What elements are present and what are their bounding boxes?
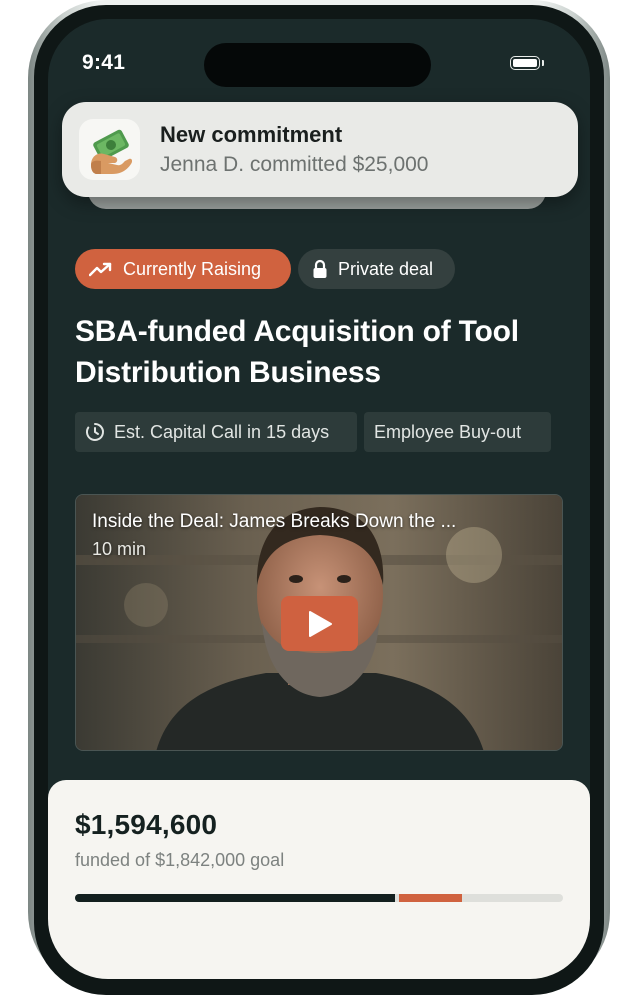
video-title: Inside the Deal: James Breaks Down the .… [92, 511, 457, 532]
money-in-hand-icon [79, 119, 140, 180]
funded-amount: $1,594,600 [75, 809, 218, 840]
tag-label: Est. Capital Call in 15 days [114, 421, 330, 442]
capital-call-tag: Est. Capital Call in 15 days [75, 412, 357, 452]
phone-screen: 9:41 New commitment Jenna D. committed $… [48, 19, 590, 979]
progress-pending-segment [398, 894, 462, 902]
notification-body: Jenna D. committed $25,000 [160, 153, 429, 176]
progress-funded-segment [75, 894, 395, 902]
private-deal-badge: Private deal [298, 249, 455, 289]
funding-goal: funded of $1,842,000 goal [75, 850, 285, 870]
badge-label: Currently Raising [123, 258, 262, 279]
funding-card: $1,594,600 funded of $1,842,000 goal [48, 780, 590, 979]
video-duration: 10 min [92, 539, 147, 559]
timer-icon [85, 423, 104, 441]
notification-title: New commitment [160, 122, 343, 147]
currently-raising-badge: Currently Raising [75, 249, 291, 289]
play-button[interactable] [281, 596, 358, 651]
tag-label: Employee Buy-out [374, 421, 522, 442]
lock-icon [313, 259, 327, 278]
play-icon [308, 610, 332, 637]
employee-buyout-tag: Employee Buy-out [364, 412, 551, 452]
commitment-notification[interactable]: New commitment Jenna D. committed $25,00… [62, 102, 578, 197]
deal-title: SBA-funded Acquisition of Tool Distribut… [75, 315, 519, 389]
trending-up-icon [89, 262, 112, 277]
deal-video[interactable]: Inside the Deal: James Breaks Down the .… [75, 494, 563, 751]
dynamic-island [204, 43, 431, 87]
battery-icon [510, 56, 546, 72]
funding-progress-bar [75, 894, 563, 902]
badge-label: Private deal [338, 258, 434, 279]
status-time: 9:41 [82, 51, 126, 74]
